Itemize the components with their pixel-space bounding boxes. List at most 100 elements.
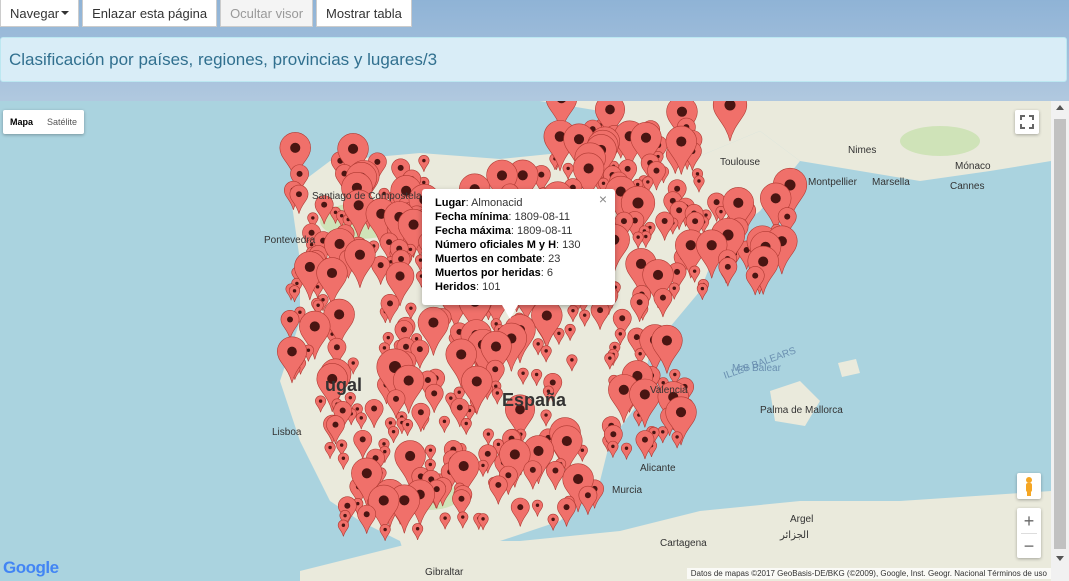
ocultar-visor-button[interactable]: Ocultar visor [220, 0, 314, 27]
marker-dot [461, 515, 465, 519]
marker-dot [676, 106, 688, 117]
marker-dot [538, 171, 545, 178]
map-marker-icon[interactable] [607, 440, 619, 458]
map-marker-icon[interactable] [671, 431, 683, 449]
close-icon[interactable]: × [599, 192, 607, 206]
marker-dot [348, 395, 353, 400]
map-place-label: Cartagena [660, 538, 707, 549]
marker-dot [618, 384, 629, 395]
map-marker-icon[interactable] [557, 497, 576, 527]
map-place-label: Gibraltar [425, 567, 464, 578]
popup-row-muh: Muertos por heridas: 6 [435, 267, 553, 279]
fullscreen-button[interactable] [1015, 110, 1039, 134]
marker-dot [361, 468, 372, 479]
mallorca-land [770, 381, 820, 426]
popup-row-lugar: Lugar: Almonacid [435, 197, 523, 209]
marker-dot [422, 180, 426, 185]
marker-dot [633, 334, 640, 341]
pegman-icon [1026, 477, 1032, 496]
caret-down-icon [61, 11, 70, 15]
map-place-label: Montpellier [808, 177, 858, 188]
map-place-label: Mónaco [955, 161, 991, 172]
marker-dot [605, 104, 615, 115]
marker-dot [495, 481, 502, 488]
marker-dot [290, 142, 301, 153]
map-marker-icon[interactable] [357, 504, 377, 534]
map-viewer[interactable]: Toulouse Nimes Montpellier Marsella Mónaco Ca… [0, 101, 1051, 581]
popup-key: Fecha máxima [435, 225, 511, 237]
map-marker-icon[interactable] [696, 283, 708, 300]
marker-dot [311, 216, 315, 220]
marker-dot [551, 517, 555, 522]
scroll-thumb[interactable] [1054, 119, 1066, 549]
map-marker-icon[interactable] [379, 524, 391, 541]
marker-dot [638, 351, 642, 356]
map-canvas[interactable]: Toulouse Nimes Montpellier Marsella Mónaco Ca… [0, 101, 1051, 581]
marker-dot [692, 269, 697, 273]
marker-dot [304, 261, 315, 273]
marker-dot [354, 249, 366, 260]
map-marker-icon[interactable] [657, 426, 669, 444]
marker-dot [332, 421, 339, 428]
map-marker-icon[interactable] [547, 513, 559, 531]
marker-dot [674, 268, 681, 275]
scrollbar[interactable] [1051, 101, 1069, 581]
marker-dot [495, 391, 500, 395]
marker-dot [382, 442, 386, 446]
marker-dot [490, 341, 502, 352]
map-place-label: España [502, 390, 567, 410]
marker-dot [521, 371, 525, 376]
marker-dot [341, 523, 346, 527]
marker-dot [387, 300, 393, 307]
zoom-out-button[interactable]: − [1024, 534, 1035, 558]
map-place-label: Nimes [848, 145, 876, 156]
marker-dot [359, 416, 363, 420]
marker-dot [295, 191, 302, 198]
marker-dot [517, 170, 528, 181]
marker-dot [700, 286, 705, 291]
marker-dot [403, 375, 414, 386]
marker-dot [635, 182, 640, 187]
zoom-in-button[interactable]: + [1024, 509, 1035, 533]
zoom-control: + − [1017, 508, 1041, 558]
map-marker-icon[interactable] [620, 442, 633, 460]
marker-dot [443, 516, 447, 520]
marker-dot [674, 185, 681, 192]
marker-dot [505, 472, 512, 479]
map-marker-icon[interactable] [578, 485, 598, 515]
scroll-down-icon[interactable] [1056, 556, 1064, 561]
scroll-up-icon[interactable] [1056, 105, 1064, 110]
marker-dot [456, 349, 467, 360]
popup-key: Número oficiales M y H [435, 239, 557, 251]
marker-dot [374, 158, 381, 165]
map-marker-icon[interactable] [718, 257, 738, 287]
map-marker-icon[interactable] [745, 266, 765, 296]
marker-dot [570, 358, 574, 362]
popup-row-muc: Muertos en combate: 23 [435, 253, 561, 265]
marker-dot [296, 170, 303, 177]
map-place-label: Santiago de Compostela [312, 191, 422, 202]
map-place-label: Argel [790, 514, 813, 525]
map-type-satelite[interactable]: Satélite [40, 110, 84, 134]
navegar-dropdown[interactable]: Navegar [0, 0, 80, 27]
map-place-label: Lisboa [272, 427, 302, 438]
marker-dot [610, 431, 617, 438]
marker-dot [544, 349, 548, 353]
marker-dot [321, 298, 325, 302]
mostrar-tabla-button[interactable]: Mostrar tabla [316, 0, 412, 27]
marker-dot [568, 327, 572, 332]
map-attribution[interactable]: Datos de mapas ©2017 GeoBasis-DE/BKG (©2… [686, 568, 1051, 579]
marker-dot [676, 207, 683, 214]
marker-dot [400, 326, 407, 333]
marker-dot [347, 143, 359, 154]
marker-dot [661, 218, 668, 224]
street-view-pegman[interactable] [1017, 473, 1041, 499]
popup-row-fmin: Fecha mínima: 1809-08-11 [435, 211, 570, 223]
map-marker-icon[interactable] [337, 519, 349, 537]
marker-dot [713, 199, 720, 206]
marker-dot [597, 307, 604, 314]
enlazar-button[interactable]: Enlazar esta página [82, 0, 218, 27]
marker-dot [583, 163, 594, 174]
marker-dot [719, 209, 723, 214]
map-type-mapa[interactable]: Mapa [3, 110, 40, 134]
